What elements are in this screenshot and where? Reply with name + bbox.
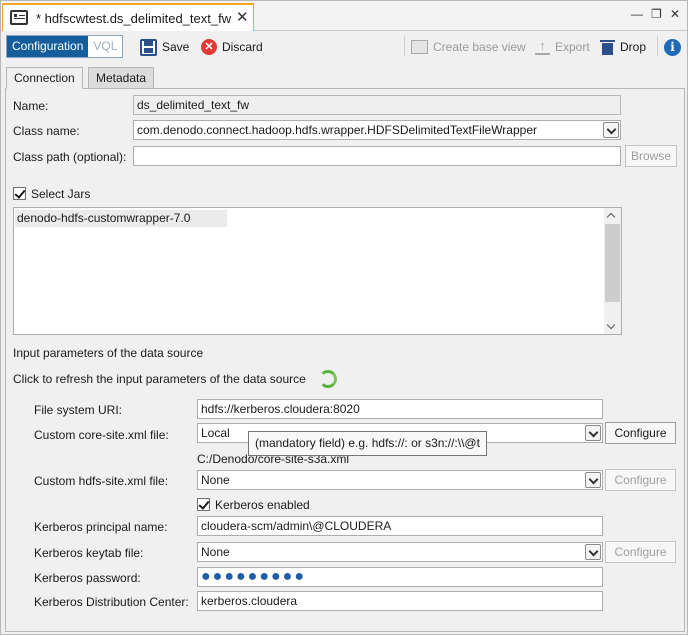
class-path-field[interactable] (133, 146, 621, 166)
mode-switch: Configuration VQL (6, 35, 124, 58)
toolbar-separator (404, 36, 405, 56)
drop-label: Drop (620, 40, 647, 54)
core-site-label: Custom core-site.xml file: (34, 428, 169, 442)
keytab-label: Kerberos keytab file: (34, 546, 144, 560)
save-icon (140, 38, 157, 56)
export-button[interactable]: ↑ Export (535, 36, 590, 58)
vql-mode-button[interactable]: VQL (88, 36, 123, 57)
class-name-value: com.denodo.connect.hadoop.hdfs.wrapper.H… (137, 123, 537, 137)
tab-metadata[interactable]: Metadata (88, 67, 155, 89)
close-tab-icon[interactable]: ✕ (236, 8, 249, 26)
restore-icon[interactable]: ❐ (651, 7, 662, 21)
drop-button[interactable]: Drop (600, 36, 646, 58)
class-path-label: Class path (optional): (13, 150, 127, 164)
jars-list[interactable]: denodo-hdfs-customwrapper-7.0 (13, 207, 622, 335)
data-source-icon (10, 10, 28, 25)
name-field[interactable]: ds_delimited_text_fw (133, 95, 621, 115)
configure-keytab-button[interactable]: Configure (605, 541, 676, 563)
hdfs-site-select[interactable]: None (197, 470, 603, 490)
input-params-heading: Input parameters of the data source (13, 346, 204, 360)
fs-uri-field[interactable]: hdfs://kerberos.cloudera:8020 (197, 399, 603, 419)
minimize-icon[interactable]: — (631, 7, 643, 21)
discard-icon: ✕ (201, 39, 217, 55)
kerberos-enabled-checkbox[interactable] (197, 498, 210, 511)
keytab-value: None (201, 545, 230, 559)
principal-label: Kerberos principal name: (34, 520, 168, 534)
tab-connection[interactable]: Connection (6, 67, 83, 89)
discard-button[interactable]: ✕ Discard (201, 36, 263, 58)
document-tab-strip: * hdfscwtest.ds_delimited_text_fw ✕ — ❐ … (1, 1, 687, 31)
class-name-select[interactable]: com.denodo.connect.hadoop.hdfs.wrapper.H… (133, 120, 621, 140)
info-button[interactable]: i (664, 36, 681, 58)
chevron-down-icon[interactable] (606, 320, 616, 330)
chevron-down-icon[interactable] (585, 425, 601, 441)
save-button[interactable]: Save (140, 36, 189, 58)
document-tab-title: * hdfscwtest.ds_delimited_text_fw (36, 11, 232, 26)
fs-uri-label: File system URI: (34, 403, 123, 417)
select-jars-checkbox[interactable] (13, 187, 26, 200)
scroll-thumb[interactable] (605, 224, 620, 302)
browse-button[interactable]: Browse (625, 145, 677, 167)
export-label: Export (555, 40, 590, 54)
create-base-view-label: Create base view (433, 40, 526, 54)
jars-scrollbar[interactable] (604, 208, 621, 334)
chevron-down-icon[interactable] (585, 544, 601, 560)
password-label: Kerberos password: (34, 571, 141, 585)
kdc-label: Kerberos Distribution Center: (34, 595, 189, 609)
select-jars-label: Select Jars (31, 187, 91, 201)
close-window-icon[interactable]: ✕ (670, 7, 680, 21)
configure-hdfs-site-button[interactable]: Configure (605, 469, 676, 491)
document-tab[interactable]: * hdfscwtest.ds_delimited_text_fw ✕ (2, 3, 254, 31)
core-site-value: Local (201, 426, 230, 440)
export-icon: ↑ (535, 39, 550, 55)
chevron-down-icon[interactable] (603, 122, 619, 138)
refresh-params-text: Click to refresh the input parameters of… (13, 372, 306, 386)
password-field[interactable]: ●●●●●●●●● (197, 567, 603, 587)
chevron-down-icon[interactable] (585, 472, 601, 488)
editor-window: * hdfscwtest.ds_delimited_text_fw ✕ — ❐ … (0, 0, 688, 635)
hdfs-site-value: None (201, 473, 230, 487)
info-icon: i (664, 38, 681, 56)
keytab-select[interactable]: None (197, 542, 603, 562)
discard-label: Discard (222, 40, 263, 54)
toolbar-separator (657, 36, 658, 56)
principal-field[interactable]: cloudera-scm/admin\@CLOUDERA (197, 516, 603, 536)
class-name-label: Class name: (13, 124, 80, 138)
refresh-icon[interactable] (319, 370, 337, 388)
create-base-view-icon (411, 40, 428, 54)
kerberos-enabled-label: Kerberos enabled (215, 498, 310, 512)
kdc-field[interactable]: kerberos.cloudera (197, 591, 603, 611)
save-label: Save (162, 40, 190, 54)
hdfs-site-label: Custom hdfs-site.xml file: (34, 474, 169, 488)
tooltip: (mandatory field) e.g. hdfs://: or s3n:/… (248, 431, 487, 456)
trash-icon (600, 39, 615, 56)
password-mask: ●●●●●●●●● (201, 568, 306, 585)
configure-core-site-button[interactable]: Configure (605, 422, 676, 444)
name-label: Name: (13, 99, 49, 113)
configuration-mode-button[interactable]: Configuration (7, 36, 89, 57)
connection-panel: Name: ds_delimited_text_fw Class name: c… (5, 88, 685, 632)
list-item[interactable]: denodo-hdfs-customwrapper-7.0 (15, 210, 227, 227)
toolbar: Configuration VQL Save ✕ Discard Create … (1, 32, 687, 62)
chevron-up-icon[interactable] (606, 212, 616, 222)
create-base-view-button[interactable]: Create base view (411, 36, 526, 58)
